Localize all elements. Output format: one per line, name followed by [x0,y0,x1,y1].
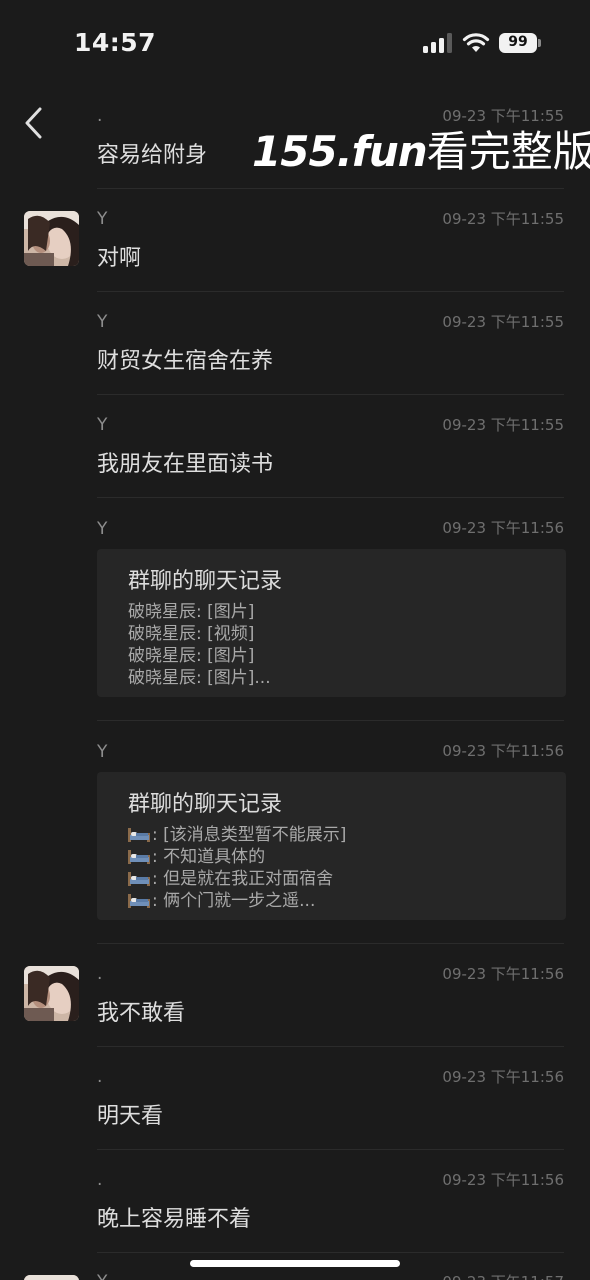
watermark-domain: 155.fun [252,127,428,176]
bed-emoji-icon [128,894,150,908]
message-sender: Y [97,415,108,435]
message-sender: Y [97,742,108,762]
message-sender: Y [97,519,108,539]
message-sender: . [97,1067,103,1087]
chat-record-title: 群聊的聊天记录 [128,792,283,817]
message-time: 09-23 下午11:56 [442,742,564,760]
message-divider [97,188,564,189]
message-divider [97,720,564,721]
message-text: 对啊 [97,246,142,271]
message-divider [97,1046,564,1047]
message-time: 09-23 下午11:55 [442,313,564,331]
message-text: 明天看 [97,1104,164,1129]
message-divider [97,943,564,944]
message-time: 09-23 下午11:56 [442,1068,564,1086]
chat-record-line-text: : 俩个门就一步之遥... [152,891,316,911]
message-time: 09-23 下午11:55 [442,107,564,125]
message-time: 09-23 下午11:56 [442,965,564,983]
message-time: 09-23 下午11:57 [442,1271,564,1280]
message-time: 09-23 下午11:56 [442,519,564,537]
message-time: 09-23 下午11:55 [442,416,564,434]
watermark-text: 155.fun看完整版 [252,118,590,179]
chat-record-card[interactable]: 群聊的聊天记录 : [该消息类型暂不能展示] : 不知道具体的 : 但是就在我正… [97,772,566,920]
message-sender: . [97,106,103,126]
user-avatar-image[interactable] [24,1275,79,1280]
back-arrow-icon[interactable] [20,106,50,140]
message-sender: . [97,964,103,984]
bed-emoji-icon [128,872,150,886]
cellular-signal-icon [423,33,452,53]
status-bar: 14:57 99 [0,0,590,90]
message-sender: . [97,1170,103,1190]
chat-history-screen: 14:57 99 155.fun看完整版 . 09-23 下午11:55 容易给… [0,0,590,1280]
message-divider [97,394,564,395]
message-text: 容易给附身 [97,143,208,168]
message-text: 我朋友在里面读书 [97,452,274,477]
battery-level: 99 [508,34,528,50]
message-text: 我不敢看 [97,1001,186,1026]
message-divider [97,291,564,292]
user-avatar-image[interactable] [24,211,79,266]
message-text: 晚上容易睡不着 [97,1207,252,1232]
message-sender: Y [97,312,108,332]
message-divider [97,497,564,498]
message-divider [97,1252,564,1253]
wifi-icon [462,33,490,52]
home-indicator[interactable] [190,1260,400,1267]
status-time: 14:57 [74,28,157,57]
chat-record-line: : 俩个门就一步之遥... [128,886,315,911]
bed-emoji-icon [128,850,150,864]
chat-record-title: 群聊的聊天记录 [128,569,283,594]
message-divider [97,1149,564,1150]
chat-record-line: 破晓星辰: [图片]... [128,668,271,688]
chat-record-card[interactable]: 群聊的聊天记录 破晓星辰: [图片] 破晓星辰: [视频] 破晓星辰: [图片]… [97,549,566,697]
message-text: 财贸女生宿舍在养 [97,349,274,374]
user-avatar-image[interactable] [24,966,79,1021]
bed-emoji-icon [128,828,150,842]
message-time: 09-23 下午11:56 [442,1171,564,1189]
battery-indicator: 99 [499,33,541,53]
watermark-suffix: 看完整版 [426,127,590,176]
message-sender: Y [97,209,108,229]
message-time: 09-23 下午11:55 [442,210,564,228]
message-sender: Y [97,1272,107,1280]
